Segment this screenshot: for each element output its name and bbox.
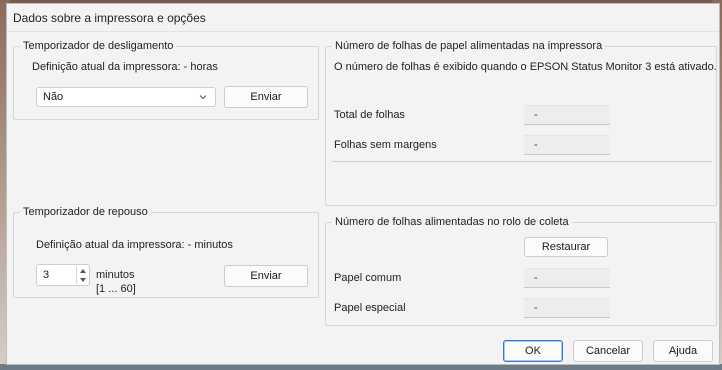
sleep-timer-stepper[interactable]: 3	[36, 264, 90, 286]
sleep-timer-value: 3	[43, 269, 50, 281]
special-paper-label: Papel especial	[334, 302, 406, 314]
sheets-fed-info: O número de folhas é exibido quando o EP…	[334, 61, 717, 73]
sleep-range-label: [1 ... 60]	[96, 283, 136, 295]
stepper-arrows[interactable]	[76, 266, 88, 284]
shutdown-timer-group: Temporizador de desligamento Definição a…	[13, 40, 319, 120]
dialog-titlebar: Dados sobre a impressora e opções	[7, 4, 719, 32]
cancel-button[interactable]: Cancelar	[573, 340, 643, 362]
total-sheets-label: Total de folhas	[334, 109, 405, 121]
reset-button[interactable]: Restaurar	[524, 237, 608, 257]
shutdown-current-setting: Definição atual da impressora: - horas	[32, 61, 218, 73]
shutdown-timer-select[interactable]: Não	[36, 87, 216, 107]
shutdown-timer-title: Temporizador de desligamento	[20, 40, 177, 52]
sheets-fed-group: Número de folhas de papel alimentadas na…	[325, 40, 717, 206]
printer-info-dialog: Dados sobre a impressora e opções Tempor…	[6, 3, 720, 365]
plain-paper-value: -	[524, 268, 610, 288]
spin-up-icon[interactable]	[77, 266, 88, 275]
spin-down-icon[interactable]	[77, 275, 88, 284]
shutdown-send-button[interactable]: Enviar	[224, 86, 308, 108]
pickup-roller-title: Número de folhas alimentadas no rolo de …	[332, 216, 572, 228]
sheets-fed-title: Número de folhas de papel alimentadas na…	[332, 40, 606, 52]
borderless-sheets-label: Folhas sem margens	[334, 139, 437, 151]
special-paper-value: -	[524, 298, 610, 318]
plain-paper-label: Papel comum	[334, 272, 402, 284]
help-button[interactable]: Ajuda	[653, 340, 713, 362]
chevron-down-icon	[199, 95, 207, 100]
ok-button[interactable]: OK	[503, 340, 563, 362]
pickup-roller-group: Número de folhas alimentadas no rolo de …	[325, 216, 717, 326]
separator	[332, 161, 712, 162]
shutdown-timer-value: Não	[43, 91, 64, 103]
sleep-current-setting: Definição atual da impressora: - minutos	[36, 239, 233, 251]
sleep-send-button[interactable]: Enviar	[224, 265, 308, 287]
sleep-unit-label: minutos	[96, 269, 135, 281]
dialog-title: Dados sobre a impressora e opções	[13, 10, 206, 25]
total-sheets-value: -	[524, 105, 610, 125]
sleep-timer-title: Temporizador de repouso	[20, 206, 151, 218]
sleep-timer-group: Temporizador de repouso Definição atual …	[13, 206, 319, 298]
borderless-sheets-value: -	[524, 135, 610, 155]
